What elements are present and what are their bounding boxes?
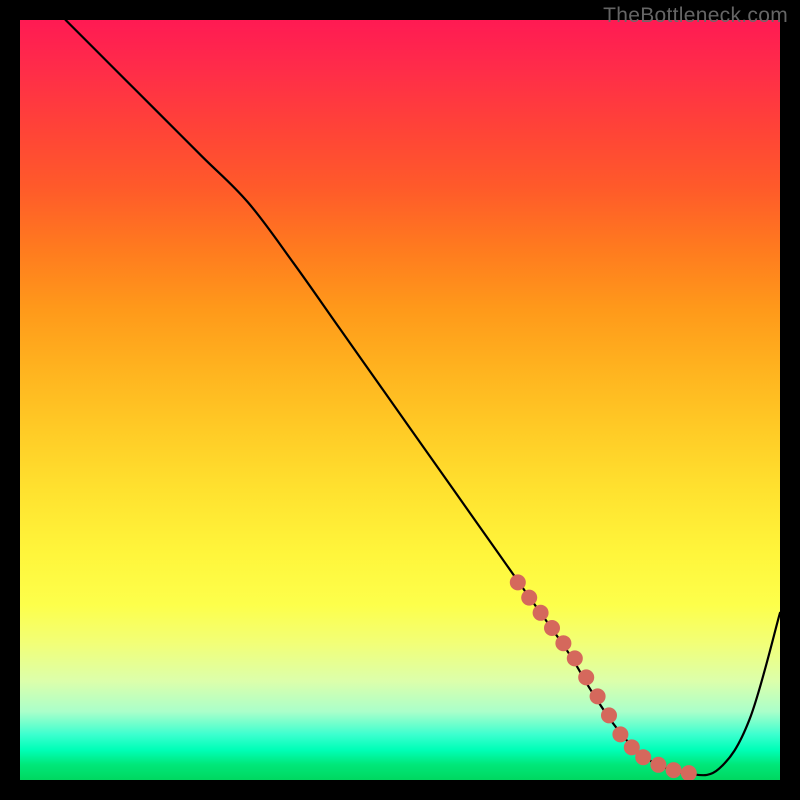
marker-dot: [635, 749, 651, 765]
marker-dot: [544, 620, 560, 636]
marker-dot: [510, 574, 526, 590]
marker-dot: [590, 688, 606, 704]
chart-frame: TheBottleneck.com: [0, 0, 800, 800]
marker-dot: [521, 590, 537, 606]
marker-dot: [567, 650, 583, 666]
marker-dot: [650, 757, 666, 773]
marker-dot: [578, 669, 594, 685]
marker-dot: [601, 707, 617, 723]
marker-dot: [681, 765, 697, 780]
highlight-points: [20, 20, 780, 780]
marker-dot: [533, 605, 549, 621]
plot-area: [20, 20, 780, 780]
marker-dot: [555, 635, 571, 651]
watermark-text: TheBottleneck.com: [603, 4, 788, 28]
marker-layer: [20, 20, 780, 780]
marker-dot: [666, 762, 682, 778]
marker-dot: [612, 726, 628, 742]
